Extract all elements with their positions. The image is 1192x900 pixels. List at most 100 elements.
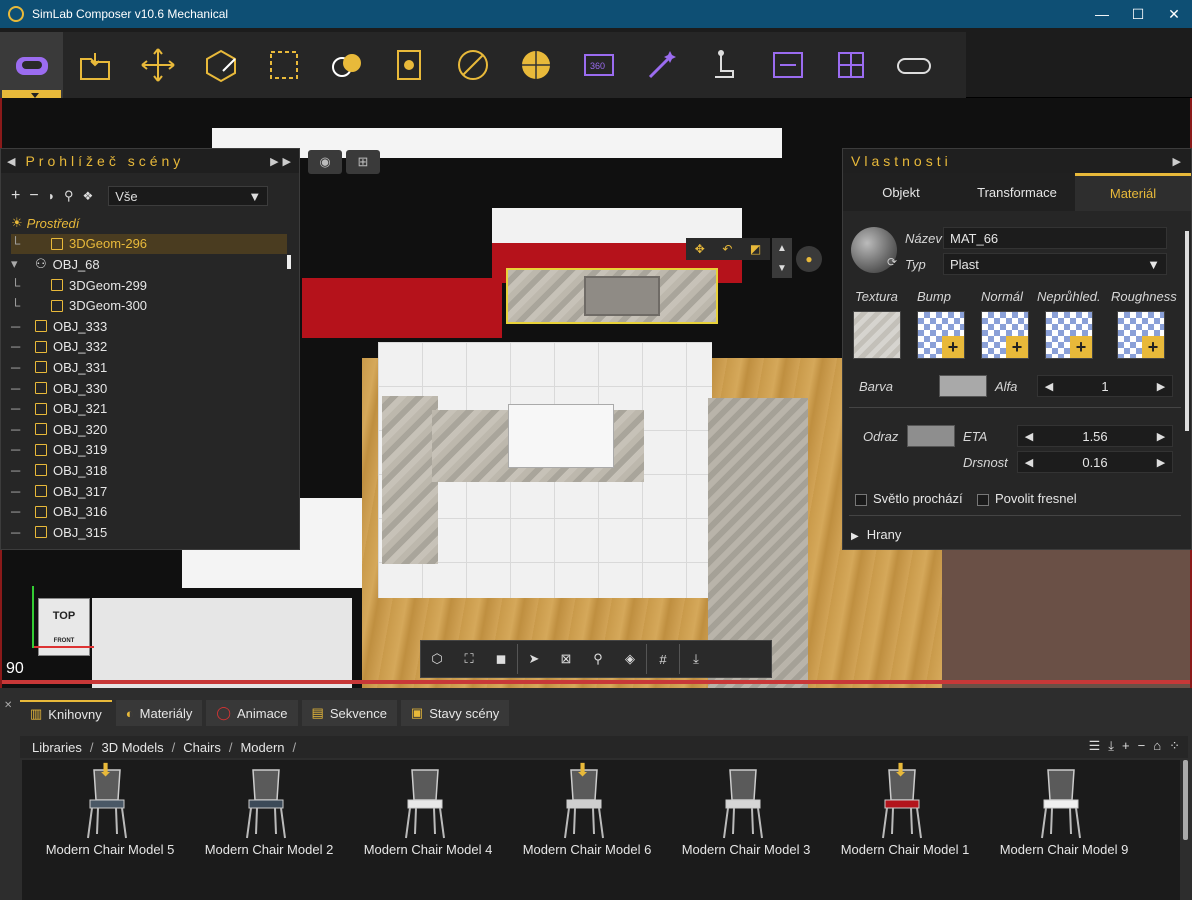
eta-spinner[interactable]: ◀ 1.56 ▶ (1017, 425, 1173, 447)
options-icon[interactable]: ⁘ (1169, 738, 1180, 754)
library-item[interactable]: Modern Chair Model 9 (984, 760, 1134, 870)
breadcrumb-modern[interactable]: Modern (240, 740, 284, 755)
name-field[interactable]: MAT_66 (943, 227, 1167, 249)
tree-scrollbar[interactable] (287, 255, 291, 269)
refresh-icon[interactable]: ⟳ (887, 255, 897, 269)
selection-box-tool[interactable] (252, 32, 315, 98)
tree-item[interactable]: ☀ Prostředí (11, 213, 287, 234)
add-camera-icon[interactable]: ⊞ (346, 150, 380, 174)
tree-item[interactable]: ─ OBJ_316 (11, 501, 287, 522)
layers-icon[interactable]: ◈ (614, 642, 646, 676)
texture-slot-diffuse[interactable] (853, 311, 901, 359)
remove-icon[interactable]: − (1138, 738, 1146, 754)
home-icon[interactable]: ⌂ (1153, 738, 1161, 754)
library-item[interactable]: ⬇ Modern Chair Model 5 (30, 760, 180, 870)
properties-scrollbar[interactable] (1185, 231, 1189, 431)
panel-close-icon[interactable]: ✕ (4, 700, 12, 711)
decrease-icon[interactable]: ◀ (1018, 430, 1040, 443)
tree-item[interactable]: ─ OBJ_330 (11, 378, 287, 399)
materials-tool[interactable] (315, 32, 378, 98)
panorama-360-tool[interactable]: 360 (567, 32, 630, 98)
undo-gizmo-icon[interactable]: ↶ (722, 242, 732, 256)
download-icon[interactable]: ⬇ (893, 760, 908, 781)
select-cursor-icon[interactable]: ➤ (518, 642, 550, 676)
vr-viewer-tool[interactable] (882, 32, 945, 98)
tab-materials[interactable]: ◐ Materiály (115, 700, 203, 726)
tab-object[interactable]: Objekt (843, 173, 959, 211)
remove-icon[interactable]: − (29, 187, 38, 205)
tree-item[interactable]: ─ OBJ_331 (11, 357, 287, 378)
level-up-icon[interactable]: ▲ (777, 243, 787, 254)
tab-scene-states[interactable]: ▣ Stavy scény (400, 700, 510, 726)
library-scrollbar[interactable] (1183, 760, 1188, 840)
texture-slot-bump[interactable]: + (917, 311, 965, 359)
environment-tool[interactable] (504, 32, 567, 98)
tab-sequences[interactable]: ▤ Sekvence (301, 700, 397, 726)
reflection-swatch[interactable] (907, 425, 955, 447)
selection-gizmo[interactable]: ✥ ↶ ◩ (686, 238, 770, 260)
increase-icon[interactable]: ▶ (1150, 456, 1172, 469)
tab-animations[interactable]: ◯ Animace (206, 700, 298, 726)
clipping-tool[interactable] (441, 32, 504, 98)
add-icon[interactable]: + (1122, 738, 1130, 754)
paint-icon[interactable]: ◗ (48, 189, 55, 203)
material-picker-icon[interactable]: ● (796, 246, 822, 272)
decrease-icon[interactable]: ◀ (1018, 456, 1040, 469)
download-icon[interactable]: ⬇ (575, 760, 590, 781)
texture-slot-normal[interactable]: + (981, 311, 1029, 359)
collapse-right-icon[interactable]: ▶ (1173, 155, 1185, 168)
tree-item[interactable]: ─ OBJ_321 (11, 398, 287, 419)
search-icon[interactable]: ⚲ (64, 188, 74, 204)
maximize-button[interactable]: ☐ (1120, 0, 1156, 28)
effects-tool[interactable] (630, 32, 693, 98)
filter-select[interactable]: Vše ▼ (108, 186, 269, 206)
dock-right-icon[interactable]: ▶▶ (270, 155, 295, 168)
minimize-button[interactable]: — (1084, 0, 1120, 28)
tree-item[interactable]: ─ OBJ_318 (11, 460, 287, 481)
zoom-icon[interactable]: ⚲ (582, 642, 614, 676)
tab-material[interactable]: Materiál (1075, 173, 1191, 211)
collapse-left-icon[interactable]: ◀ (7, 155, 19, 168)
view-mode-icon[interactable]: ⬡ (421, 642, 453, 676)
roughness-spinner[interactable]: ◀ 0.16 ▶ (1017, 451, 1173, 473)
tree-item[interactable]: ─ OBJ_315 (11, 522, 287, 543)
sequence-tool[interactable] (756, 32, 819, 98)
alpha-spinner[interactable]: ◀ 1 ▶ (1037, 375, 1173, 397)
breadcrumb-3d-models[interactable]: 3D Models (101, 740, 163, 755)
edit-geometry-tool[interactable] (189, 32, 252, 98)
snap-gizmo-icon[interactable]: ◩ (750, 242, 761, 256)
download-icon[interactable]: ⬇ (98, 760, 113, 781)
section-icon[interactable]: ⊠ (550, 642, 582, 676)
library-item[interactable]: ⬇ Modern Chair Model 6 (507, 760, 657, 870)
fit-view-icon[interactable]: ⛶ (453, 642, 485, 676)
library-item[interactable]: ⬇ Modern Chair Model 1 (825, 760, 975, 870)
vr-mode-tool[interactable] (0, 32, 63, 98)
tree-item[interactable]: └ 3DGeom-296 (11, 233, 287, 255)
tab-transform[interactable]: Transformace (959, 173, 1075, 211)
level-down-icon[interactable]: ▼ (777, 263, 787, 274)
increase-icon[interactable]: ▶ (1150, 430, 1172, 443)
edges-section[interactable]: ▶ Hrany (851, 527, 901, 542)
type-select[interactable]: Plast ▼ (943, 253, 1167, 275)
tree-item[interactable]: └ 3DGeom-299 (11, 275, 287, 296)
grid-icon[interactable]: # (647, 642, 679, 676)
list-view-icon[interactable]: ☰ (1089, 738, 1101, 754)
light-through-checkbox[interactable]: Světlo prochází (855, 491, 963, 506)
increase-icon[interactable]: ▶ (1150, 380, 1172, 393)
import-tool[interactable] (63, 32, 126, 98)
level-stepper[interactable]: ▲ ▼ (772, 238, 792, 278)
library-item[interactable]: Modern Chair Model 3 (666, 760, 816, 870)
layout-tool[interactable] (819, 32, 882, 98)
add-icon[interactable]: + (11, 187, 20, 205)
camera-icon[interactable]: ◉ (308, 150, 342, 174)
tree-item[interactable]: └ 3DGeom-300 (11, 295, 287, 316)
breadcrumb-chairs[interactable]: Chairs (183, 740, 221, 755)
move-tool[interactable] (126, 32, 189, 98)
interactions-tool[interactable] (693, 32, 756, 98)
tab-libraries[interactable]: ▥ Knihovny (20, 700, 112, 726)
tree-item[interactable]: ─ OBJ_319 (11, 440, 287, 461)
texture-slot-opacity[interactable]: + (1045, 311, 1093, 359)
shading-icon[interactable]: ◼ (485, 642, 517, 676)
texture-slot-roughness[interactable]: + (1117, 311, 1165, 359)
drop-to-floor-icon[interactable]: ⤓ (680, 642, 712, 676)
